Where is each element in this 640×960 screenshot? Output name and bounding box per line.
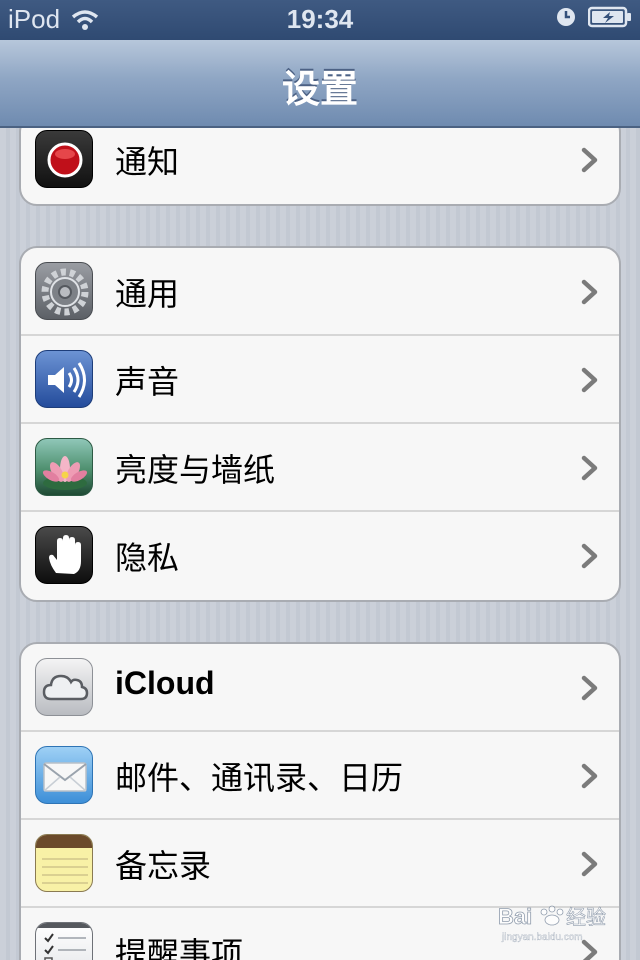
settings-row-label: 提醒事项: [115, 935, 244, 960]
settings-group-general: 通用 声音 亮度与墙纸 隐私: [19, 246, 621, 602]
settings-row-label: 隐私: [115, 539, 180, 577]
notes-pad-icon: [35, 834, 93, 892]
speaker-icon: [35, 350, 93, 408]
baidu-paw-logo-icon: Bai 经验 jingyan.baidu.com: [498, 904, 607, 944]
settings-row-label: 通知: [115, 143, 180, 181]
settings-row-general[interactable]: 通用: [21, 248, 619, 336]
page-title: 设置: [281, 67, 358, 111]
settings-row-label: 通用: [115, 275, 180, 313]
baidu-jingyan-watermark: Bai 经验 jingyan.baidu.com: [496, 898, 626, 950]
chevron-right-icon: [581, 367, 598, 393]
chevron-right-icon: [581, 851, 598, 877]
settings-row-privacy[interactable]: 隐私: [21, 512, 619, 600]
chevron-right-icon: [581, 543, 598, 569]
svg-text:经验: 经验: [566, 905, 606, 929]
cloud-icon: [35, 658, 93, 716]
notifications-icon: [35, 130, 93, 188]
settings-row-label: 亮度与墙纸: [115, 451, 276, 489]
settings-group-notifications: 通知: [19, 128, 621, 206]
flower-wallpaper-icon: [35, 438, 93, 496]
settings-row-icloud[interactable]: iCloud: [21, 644, 619, 732]
settings-row-label: 邮件、通讯录、日历: [115, 759, 404, 797]
chevron-right-icon: [581, 279, 598, 305]
gear-icon: [35, 262, 93, 320]
chevron-right-icon: [581, 147, 598, 173]
settings-row-label: iCloud: [115, 665, 215, 701]
settings-row-notes[interactable]: 备忘录: [21, 820, 619, 908]
svg-text:jingyan.baidu.com: jingyan.baidu.com: [501, 932, 583, 943]
svg-text:Bai: Bai: [498, 904, 532, 929]
settings-row-brightness-wallpaper[interactable]: 亮度与墙纸: [21, 424, 619, 512]
reminders-checklist-icon: [35, 922, 93, 960]
chevron-right-icon: [581, 675, 598, 701]
settings-row-sounds[interactable]: 声音: [21, 336, 619, 424]
settings-row-notifications[interactable]: 通知: [21, 128, 619, 204]
settings-row-mail-contacts-calendars[interactable]: 邮件、通讯录、日历: [21, 732, 619, 820]
navigation-bar: 设置: [0, 40, 640, 128]
settings-row-label: 声音: [115, 363, 180, 401]
battery-charging-icon: [588, 6, 631, 28]
chevron-right-icon: [581, 763, 598, 789]
status-bar: iPod 19:34: [0, 0, 640, 40]
mail-envelope-icon: [35, 746, 93, 804]
settings-list[interactable]: 通知 通用 声音 亮度与墙纸 隐私 iCloud 邮件、通讯录、日历 备忘录 提…: [0, 128, 640, 960]
settings-row-label: 备忘录: [115, 847, 212, 885]
chevron-right-icon: [581, 455, 598, 481]
hand-icon: [35, 526, 93, 584]
alarm-clock-icon: [557, 8, 575, 26]
status-time: 19:34: [286, 4, 354, 34]
